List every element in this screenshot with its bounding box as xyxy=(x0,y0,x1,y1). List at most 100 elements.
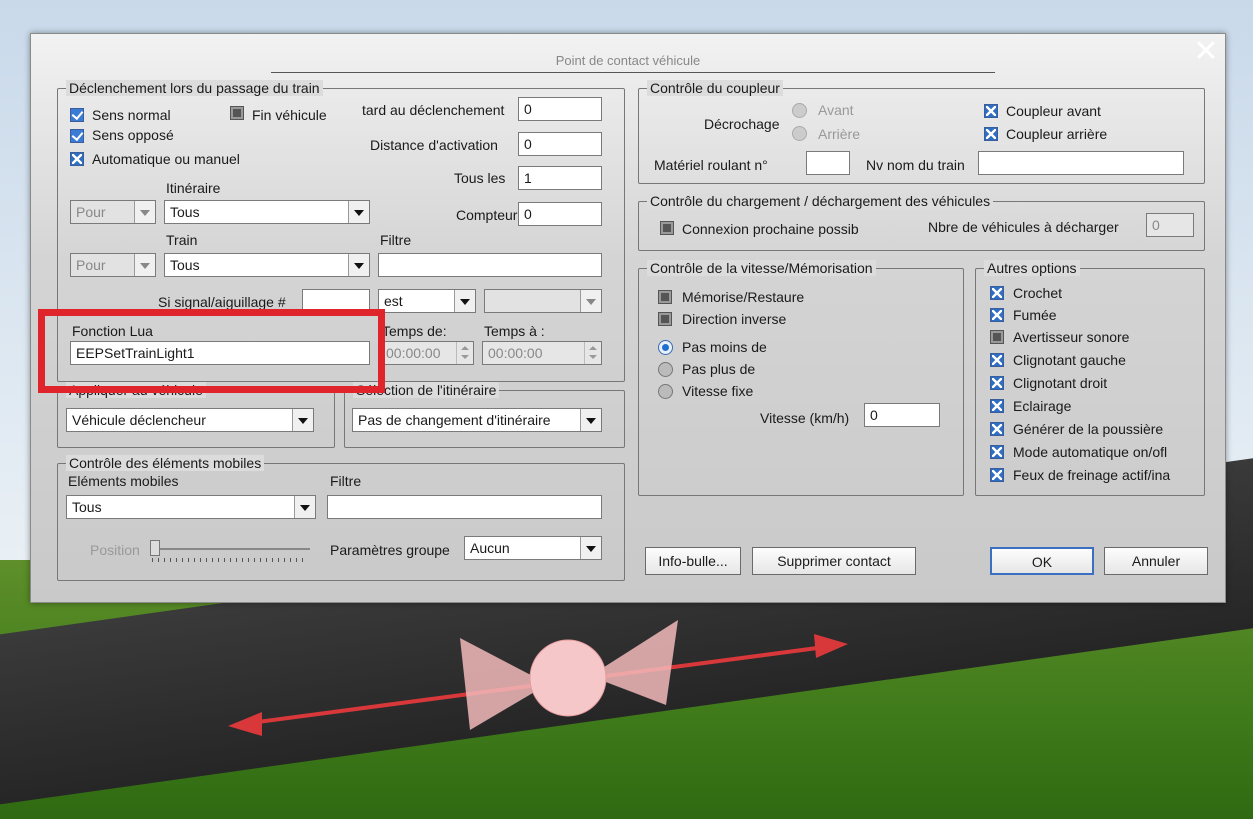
itineraire-label: Itinéraire xyxy=(166,180,221,196)
train-filter-input[interactable] xyxy=(378,253,602,277)
window-title: Point de contact véhicule xyxy=(555,53,701,68)
chevron-down-icon[interactable] xyxy=(580,537,601,559)
tous-les-label: Tous les xyxy=(454,170,506,186)
compteur-label: Compteur xyxy=(456,207,518,223)
mode-auto-label: Mode automatique on/ofl xyxy=(1013,444,1168,460)
elements-mobiles-select[interactable]: Tous xyxy=(66,495,316,519)
filtre-label: Filtre xyxy=(380,232,412,248)
feux-freinage-checkbox[interactable] xyxy=(990,468,1004,482)
sens-normal-checkbox[interactable] xyxy=(70,108,84,122)
fin-vehicule-checkbox[interactable] xyxy=(230,106,244,120)
applique-select[interactable]: Véhicule déclencheur xyxy=(66,408,314,432)
fin-vehicule-label: Fin véhicule xyxy=(252,107,327,123)
pour-itineraire-select[interactable]: Pour xyxy=(70,200,156,224)
position-slider-handle[interactable] xyxy=(150,540,160,556)
pour-itineraire-value: Pour xyxy=(76,204,106,220)
info-bulle-button[interactable]: Info-bulle... xyxy=(645,547,741,575)
auto-manuel-label: Automatique ou manuel xyxy=(92,151,240,167)
pas-plus-radio[interactable] xyxy=(658,362,673,377)
signal-state-select[interactable] xyxy=(484,289,602,313)
supprimer-contact-button[interactable]: Supprimer contact xyxy=(752,547,916,575)
temps-de-value: 00:00:00 xyxy=(386,345,441,361)
groupe-value: Aucun xyxy=(470,540,510,556)
spinner-icon[interactable] xyxy=(584,342,601,364)
selection-itineraire-value: Pas de changement d'itinéraire xyxy=(358,412,551,428)
retard-input[interactable]: 0 xyxy=(518,97,602,121)
vitesse-legend: Contrôle de la vitesse/Mémorisation xyxy=(647,260,876,276)
materiel-input[interactable] xyxy=(806,151,850,175)
clignotant-gauche-checkbox[interactable] xyxy=(990,353,1004,367)
temps-a-label: Temps à : xyxy=(484,323,545,339)
chevron-down-icon[interactable] xyxy=(580,409,601,431)
poussiere-checkbox[interactable] xyxy=(990,422,1004,436)
mobiles-filter-input[interactable] xyxy=(327,495,602,519)
arriere-label: Arrière xyxy=(818,126,861,142)
pour-train-select[interactable]: Pour xyxy=(70,253,156,277)
vitesse-input[interactable]: 0 xyxy=(864,403,940,427)
chevron-down-icon[interactable] xyxy=(134,254,155,276)
trigger-legend: Déclenchement lors du passage du train xyxy=(66,80,323,96)
train-label: Train xyxy=(166,232,198,248)
chevron-down-icon[interactable] xyxy=(134,201,155,223)
pas-moins-label: Pas moins de xyxy=(682,339,767,355)
arriere-radio[interactable] xyxy=(792,126,807,141)
elements-mobiles-label: Eléments mobiles xyxy=(68,473,179,489)
crochet-checkbox[interactable] xyxy=(990,286,1004,300)
tous-les-input[interactable]: 1 xyxy=(518,166,602,190)
title-underline xyxy=(271,72,995,73)
auto-manuel-checkbox[interactable] xyxy=(70,152,84,166)
coupleur-arriere-label: Coupleur arrière xyxy=(1006,126,1108,142)
elements-mobiles-value: Tous xyxy=(72,499,102,515)
memorise-checkbox[interactable] xyxy=(658,290,672,304)
temps-de-input[interactable]: 00:00:00 xyxy=(380,341,474,365)
chevron-down-icon[interactable] xyxy=(294,496,315,518)
marker-sphere xyxy=(529,639,607,717)
clignotant-droit-checkbox[interactable] xyxy=(990,376,1004,390)
itineraire-select[interactable]: Tous xyxy=(164,200,370,224)
vitesse-fixe-radio[interactable] xyxy=(658,384,673,399)
nbre-input[interactable]: 0 xyxy=(1146,213,1194,237)
direction-checkbox[interactable] xyxy=(658,312,672,326)
nv-nom-input[interactable] xyxy=(978,151,1184,175)
temps-a-value: 00:00:00 xyxy=(488,345,543,361)
eclairage-checkbox[interactable] xyxy=(990,399,1004,413)
direction-arrow-head-left xyxy=(228,712,262,736)
train-select[interactable]: Tous xyxy=(164,253,370,277)
coupleur-avant-checkbox[interactable] xyxy=(984,104,998,118)
ok-button[interactable]: OK xyxy=(990,547,1094,575)
signal-est-value: est xyxy=(384,293,403,309)
selection-itineraire-select[interactable]: Pas de changement d'itinéraire xyxy=(352,408,602,432)
avant-radio[interactable] xyxy=(792,103,807,118)
position-label: Position xyxy=(90,542,140,558)
annuler-button[interactable]: Annuler xyxy=(1104,547,1208,575)
chevron-down-icon[interactable] xyxy=(292,409,313,431)
connexion-checkbox[interactable] xyxy=(660,221,674,235)
clignotant-droit-label: Clignotant droit xyxy=(1013,375,1108,391)
sens-oppose-checkbox[interactable] xyxy=(70,129,84,143)
chevron-down-icon[interactable] xyxy=(348,201,369,223)
mode-auto-checkbox[interactable] xyxy=(990,445,1004,459)
mobiles-legend: Contrôle des éléments mobiles xyxy=(66,455,265,471)
avertisseur-label: Avertisseur sonore xyxy=(1013,329,1130,345)
vitesse-fixe-label: Vitesse fixe xyxy=(682,383,754,399)
chevron-down-icon[interactable] xyxy=(454,290,475,312)
chevron-down-icon[interactable] xyxy=(580,290,601,312)
avertisseur-checkbox[interactable] xyxy=(990,330,1004,344)
compteur-input[interactable]: 0 xyxy=(518,202,602,226)
groupe-label: Paramètres groupe xyxy=(330,542,450,558)
temps-a-input[interactable]: 00:00:00 xyxy=(482,341,602,365)
nv-nom-label: Nv nom du train xyxy=(866,157,965,173)
distance-input[interactable]: 0 xyxy=(518,132,602,156)
poussiere-label: Générer de la poussière xyxy=(1013,421,1164,437)
pas-plus-label: Pas plus de xyxy=(682,361,756,377)
avant-label: Avant xyxy=(818,102,854,118)
pas-moins-radio[interactable] xyxy=(658,340,673,355)
coupleur-arriere-checkbox[interactable] xyxy=(984,127,998,141)
materiel-label: Matériel roulant n° xyxy=(654,157,768,173)
signal-est-select[interactable]: est xyxy=(378,289,476,313)
fumee-checkbox[interactable] xyxy=(990,308,1004,322)
spinner-icon[interactable] xyxy=(456,342,473,364)
groupe-select[interactable]: Aucun xyxy=(464,536,602,560)
close-icon[interactable]: ✕ xyxy=(1193,37,1219,67)
chevron-down-icon[interactable] xyxy=(348,254,369,276)
